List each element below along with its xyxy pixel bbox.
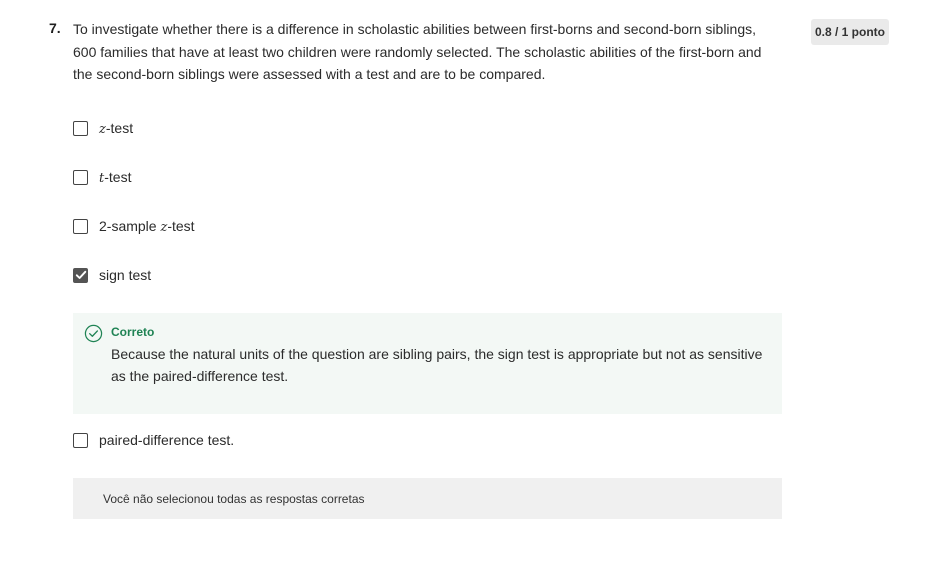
option-t-test[interactable]: t-test	[73, 167, 131, 187]
option-label: sign test	[99, 267, 152, 283]
option-checkbox[interactable]	[73, 120, 88, 136]
option-2-sample-z-test[interactable]: 2-sample z-test	[73, 216, 195, 236]
checkmark-icon	[75, 270, 86, 279]
question-text: To investigate whether there is a differ…	[73, 21, 762, 82]
check-circle-icon	[84, 324, 103, 343]
score-badge: 0.8 / 1 ponto	[811, 19, 889, 45]
option-checkbox[interactable]	[73, 432, 88, 448]
option-checkbox[interactable]	[73, 218, 88, 234]
option-checkbox-checked[interactable]	[73, 267, 88, 283]
feedback-text: Because the natural units of the questio…	[111, 346, 763, 384]
option-sign-test[interactable]: sign test	[73, 265, 151, 285]
feedback-title: Correto	[111, 325, 155, 339]
feedback-correct: Correto Because the natural units of the…	[73, 313, 782, 414]
option-checkbox[interactable]	[73, 169, 88, 185]
option-label: paired-difference test.	[99, 432, 235, 448]
question-number: 7.	[49, 20, 61, 36]
option-z-test[interactable]: z-test	[73, 118, 133, 138]
option-label: t-test	[99, 168, 132, 186]
incomplete-answer-note: Você não selecionou todas as respostas c…	[73, 478, 782, 519]
option-label: 2-sample z-test	[99, 217, 195, 235]
option-paired-difference-test[interactable]: paired-difference test.	[73, 430, 234, 450]
option-label: z-test	[99, 119, 134, 137]
